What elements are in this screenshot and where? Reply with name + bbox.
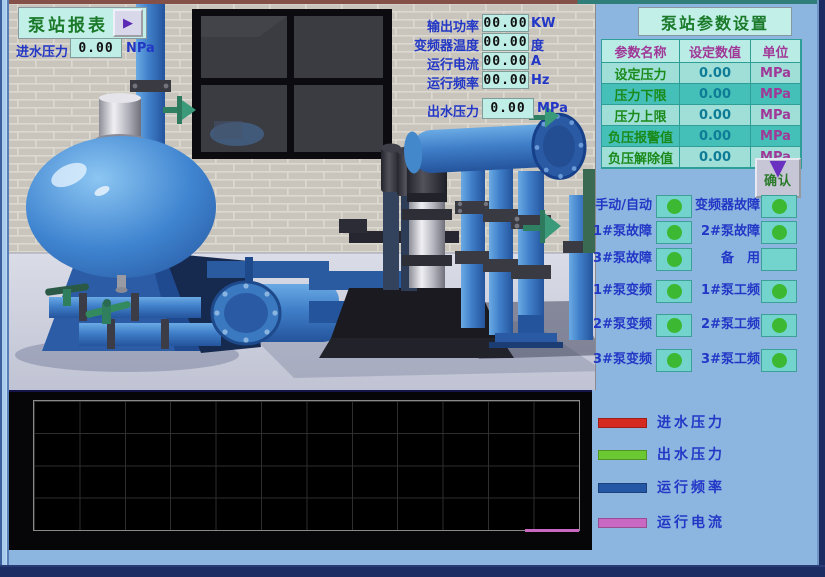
status-label-pump1-fault: 1#泵故障 <box>588 221 652 242</box>
column-header-unit: 单位 <box>751 40 801 63</box>
param-setpoint[interactable]: 0.00 <box>680 84 751 105</box>
running-current-trace <box>525 529 579 532</box>
report-button[interactable]: 泵站报表 ▶ <box>18 7 147 39</box>
settings-panel-title: 泵站参数设置 <box>638 7 792 36</box>
outlet-pressure-value: 0.00 <box>482 98 534 119</box>
indicator-lamp <box>667 318 682 333</box>
legend-label-running-current: 运行电流 <box>657 512 725 532</box>
running-frequency-unit: Hz <box>531 73 549 88</box>
status-indicator-pump3-mains <box>761 349 797 372</box>
legend-label-running-frequency: 运行频率 <box>657 477 725 497</box>
param-unit: MPa <box>751 126 801 147</box>
column-header-value: 设定数值 <box>680 40 751 63</box>
status-label-pump2-fault: 2#泵故障 <box>686 221 760 242</box>
running-current-value: 00.00 <box>482 52 529 70</box>
param-unit: MPa <box>751 63 801 84</box>
parameter-table: 参数名称 设定数值 单位 设定压力 0.00 MPa 压力下限 0.00 MPa… <box>601 39 802 169</box>
indicator-lamp <box>667 284 682 299</box>
status-label-pump3-fault: 3#泵故障 <box>588 248 652 269</box>
status-indicator-inverter-fault <box>761 195 797 218</box>
indicator-lamp <box>667 199 682 214</box>
param-name: 压力下限 <box>602 84 680 105</box>
status-indicator-pump2-mains <box>761 314 797 337</box>
outlet-pressure-label: 出水压力 <box>393 101 479 120</box>
indicator-lamp <box>772 353 787 368</box>
inverter-temp-unit: 度 <box>531 35 544 54</box>
status-indicator-pump1-mains <box>761 280 797 303</box>
running-current-label: 运行电流 <box>393 54 479 73</box>
indicator-lamp <box>772 199 787 214</box>
param-name: 设定压力 <box>602 63 680 84</box>
indicator-lamp <box>772 284 787 299</box>
window-frame-bottom <box>0 565 825 577</box>
confirm-button[interactable]: ▼ 确认 <box>755 158 801 198</box>
status-label-inverter-fault: 变频器故障 <box>686 195 760 216</box>
param-setpoint[interactable]: 0.00 <box>680 126 751 147</box>
indicator-lamp <box>667 225 682 240</box>
window-frame-left <box>0 0 9 577</box>
status-label-pump3-mains: 3#泵工频 <box>686 349 760 370</box>
column-header-name: 参数名称 <box>602 40 680 63</box>
outlet-pressure-unit: MPa <box>537 101 568 116</box>
param-name: 负压解除值 <box>602 147 680 168</box>
param-unit: MPa <box>751 84 801 105</box>
indicator-lamp <box>667 353 682 368</box>
status-label-pump2-mains: 2#泵工频 <box>686 314 760 335</box>
status-label-pump3-vfd: 3#泵变频 <box>588 349 652 370</box>
param-setpoint[interactable]: 0.00 <box>680 63 751 84</box>
param-setpoint[interactable]: 0.00 <box>680 147 751 168</box>
param-name: 负压报警值 <box>602 126 680 147</box>
status-label-manual-auto: 手动/自动 <box>588 195 652 216</box>
status-label-pump2-vfd: 2#泵变频 <box>588 314 652 335</box>
param-setpoint[interactable]: 0.00 <box>680 105 751 126</box>
inverter-temp-label: 变频器温度 <box>393 35 479 54</box>
status-indicator-spare <box>761 248 797 271</box>
window <box>192 9 392 159</box>
legend-swatch-running-frequency <box>598 483 647 493</box>
status-indicator-pump2-fault <box>761 221 797 244</box>
legend-label-inlet-pressure: 进水压力 <box>657 412 725 432</box>
trend-chart <box>9 390 592 550</box>
legend-swatch-inlet-pressure <box>598 418 647 428</box>
indicator-lamp <box>667 252 682 267</box>
indicator-lamp <box>772 225 787 240</box>
output-power-unit: KW <box>531 16 555 31</box>
running-current-unit: A <box>531 54 541 69</box>
legend-label-outlet-pressure: 出水压力 <box>657 444 725 464</box>
report-button-label: 泵站报表 <box>28 11 108 36</box>
inlet-pressure-label: 进水压力 <box>14 41 68 60</box>
legend-swatch-outlet-pressure <box>598 450 647 460</box>
param-unit: MPa <box>751 105 801 126</box>
confirm-button-label: 确认 <box>764 175 792 188</box>
play-icon[interactable]: ▶ <box>113 9 143 37</box>
trend-chart-plot-area <box>33 400 580 531</box>
indicator-lamp <box>772 318 787 333</box>
inlet-pressure-value: 0.00 <box>70 38 122 58</box>
output-power-value: 00.00 <box>482 14 529 32</box>
status-label-pump1-mains: 1#泵工频 <box>686 280 760 301</box>
param-name: 压力上限 <box>602 105 680 126</box>
legend-swatch-running-current <box>598 518 647 528</box>
status-label-spare: 备 用 <box>686 248 760 269</box>
inlet-pressure-unit: NPa <box>126 41 155 56</box>
inverter-temp-value: 00.00 <box>482 33 529 51</box>
output-power-label: 输出功率 <box>393 16 479 35</box>
running-frequency-label: 运行频率 <box>393 73 479 92</box>
running-frequency-value: 00.00 <box>482 71 529 89</box>
window-frame-right <box>817 0 825 577</box>
status-label-pump1-vfd: 1#泵变频 <box>588 280 652 301</box>
window-frame-top <box>0 0 825 4</box>
